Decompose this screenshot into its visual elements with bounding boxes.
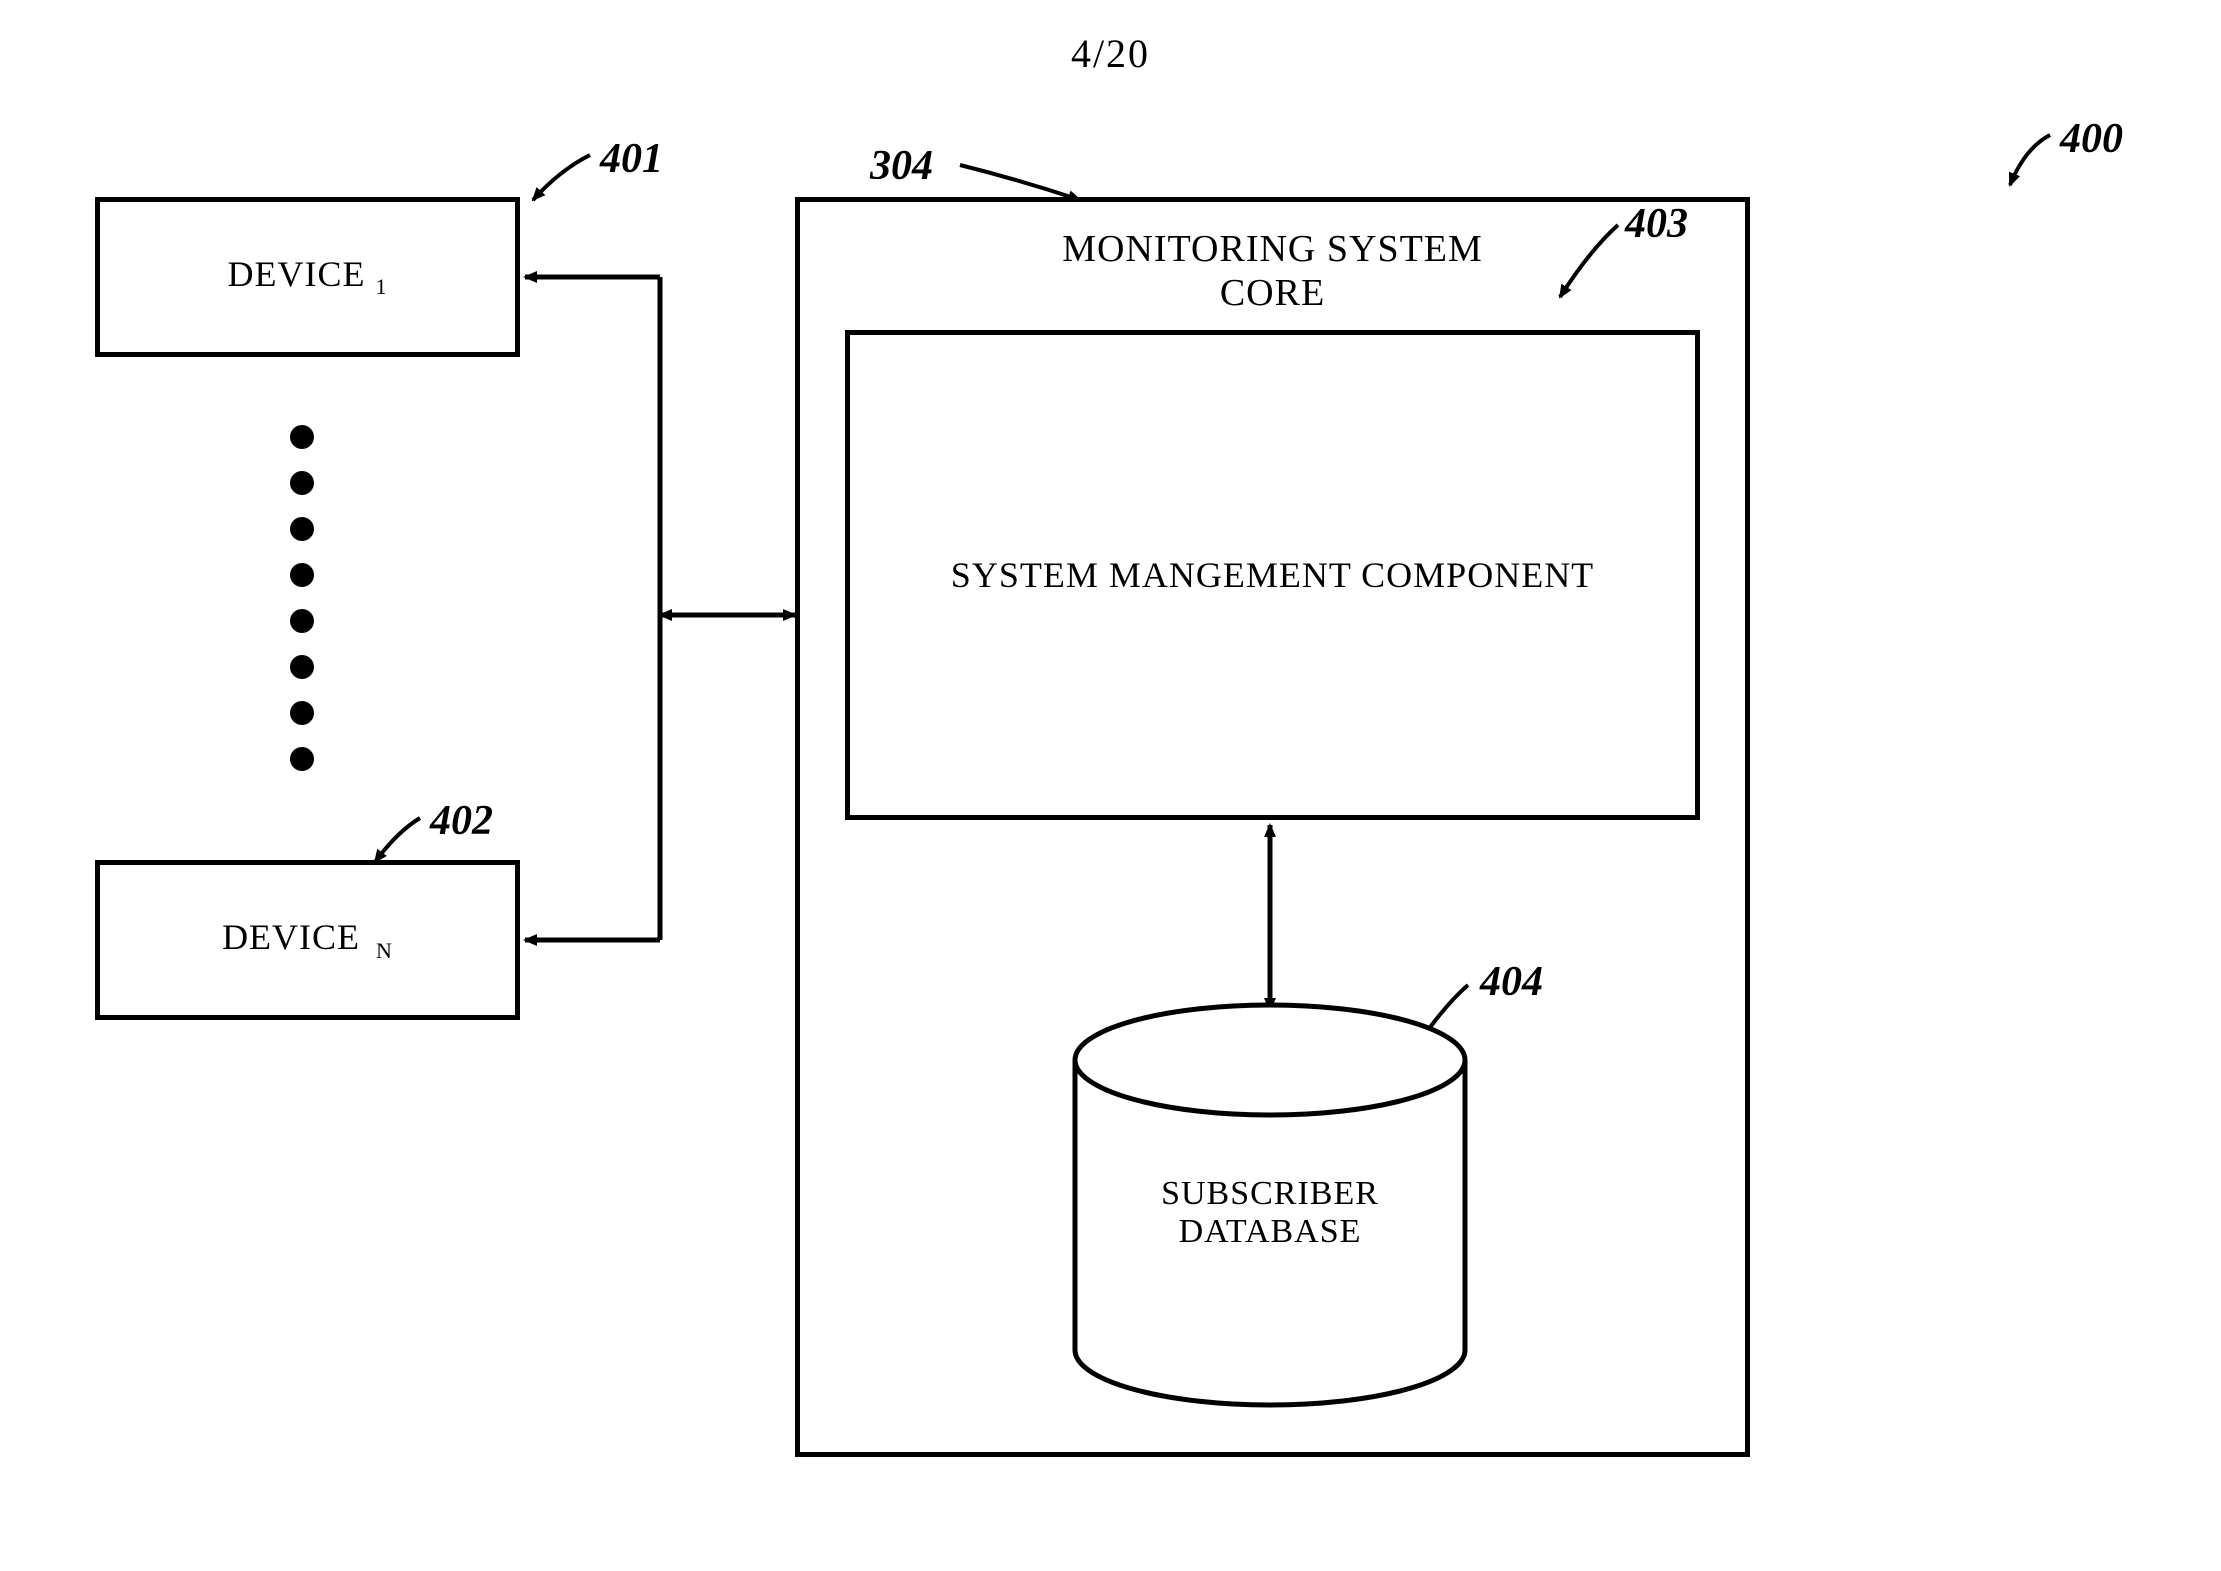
subscriber-database-label: SUBSCRIBER DATABASE xyxy=(1075,1175,1465,1251)
diagram-svg xyxy=(0,0,2221,1571)
db-label-line1: SUBSCRIBER xyxy=(1161,1175,1379,1212)
diagram-canvas: 4/20 400 401 304 403 402 404 DEVICE 1 DE… xyxy=(0,0,2221,1571)
db-label-line2: DATABASE xyxy=(1179,1213,1362,1250)
